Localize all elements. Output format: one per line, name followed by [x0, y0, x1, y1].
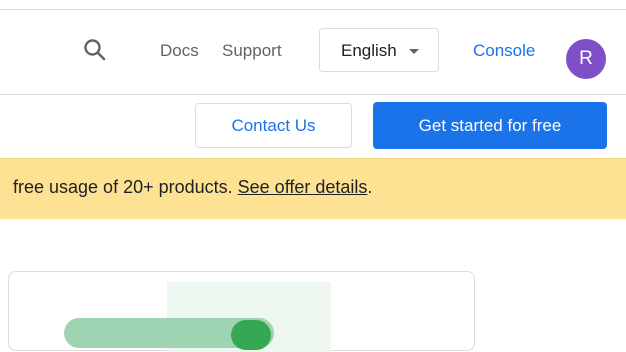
banner-message: free usage of 20+ products. See offer de…	[13, 177, 372, 198]
search-button[interactable]	[82, 37, 108, 63]
contact-us-button[interactable]: Contact Us	[195, 103, 352, 148]
docs-link[interactable]: Docs	[160, 41, 199, 61]
language-select[interactable]: English	[319, 28, 439, 72]
top-navigation-bar: Docs Support English Console R	[0, 10, 626, 94]
language-selected-value: English	[341, 41, 397, 60]
product-card[interactable]	[8, 271, 475, 352]
banner-trailing-period: .	[367, 177, 373, 197]
offer-details-link[interactable]: See offer details	[238, 177, 368, 197]
support-link[interactable]: Support	[222, 41, 282, 61]
caret-down-icon	[409, 49, 419, 54]
header-divider	[0, 94, 626, 95]
console-link[interactable]: Console	[473, 41, 535, 61]
get-started-button[interactable]: Get started for free	[373, 102, 607, 149]
promo-banner: free usage of 20+ products. See offer de…	[0, 158, 626, 219]
card-illustration-toggle	[231, 320, 271, 350]
search-icon	[84, 39, 106, 61]
avatar[interactable]: R	[566, 39, 606, 79]
banner-text: free usage of 20+ products.	[13, 177, 238, 197]
